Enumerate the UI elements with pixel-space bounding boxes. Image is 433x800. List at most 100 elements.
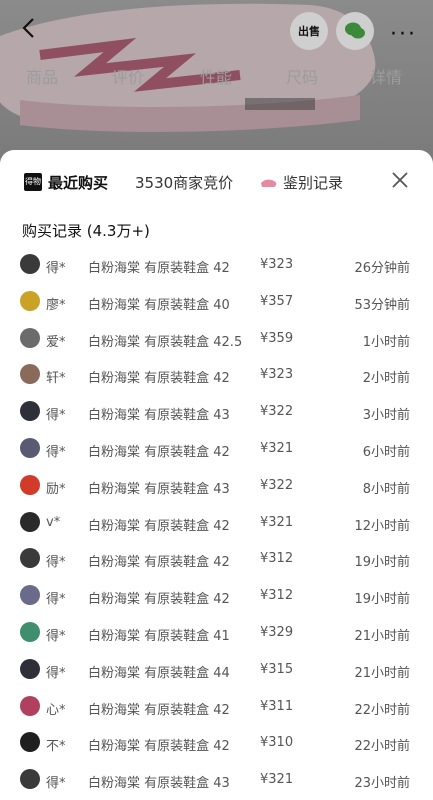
avatar bbox=[20, 290, 40, 311]
purchase-time: 53分钟前 bbox=[354, 297, 410, 313]
user-name: 得* bbox=[46, 261, 66, 276]
price-value: ¥359 bbox=[260, 330, 294, 346]
price-value: ¥357 bbox=[260, 293, 294, 309]
avatar bbox=[20, 438, 40, 458]
sell-label: 出售 bbox=[298, 25, 320, 38]
purchase-time: 26分钟前 bbox=[354, 261, 410, 276]
avatar bbox=[20, 732, 40, 753]
price-value: ¥312 bbox=[260, 588, 294, 604]
purchase-sheet: 得物 最近购买 3530商家竞价 鉴别记录 购买记录 (4.3万+) 得* 白粉海… bbox=[0, 150, 433, 800]
more-icon[interactable]: ··· bbox=[390, 22, 417, 47]
price-value: ¥321 bbox=[260, 772, 294, 788]
purchase-time: 19小时前 bbox=[354, 555, 410, 571]
purchase-time: 22小时前 bbox=[354, 702, 410, 718]
table-row: 轩* 白粉海棠 有原装鞋盒 42 ¥323 2小时前 bbox=[10, 358, 423, 394]
item-description: 白粉海棠 有原装鞋盒 42 bbox=[88, 592, 230, 608]
tab-merchant-bids[interactable]: 3530商家竞价 bbox=[135, 172, 233, 193]
tab-recent-purchases[interactable]: 最近购买 bbox=[48, 172, 108, 193]
avatar bbox=[20, 364, 40, 385]
user-name: 得* bbox=[46, 665, 66, 681]
product-background: 出售 ··· 商品 评价 性能 尺码 详情 bbox=[0, 0, 433, 170]
purchase-time: 22小时前 bbox=[354, 739, 410, 755]
tab-size[interactable]: 尺码 bbox=[286, 64, 318, 88]
user-name: 心* bbox=[46, 702, 66, 718]
item-description: 白粉海棠 有原装鞋盒 42.5 bbox=[88, 334, 243, 350]
table-row: v* 白粉海棠 有原装鞋盒 42 ¥321 12小时前 bbox=[10, 506, 423, 542]
wechat-icon bbox=[345, 22, 365, 39]
user-name: 廖* bbox=[46, 297, 66, 313]
price-value: ¥312 bbox=[260, 551, 294, 567]
avatar bbox=[20, 511, 40, 532]
table-row: 得* 白粉海棠 有原装鞋盒 44 ¥315 21小时前 bbox=[10, 653, 423, 689]
purchase-time: 6小时前 bbox=[362, 445, 410, 460]
avatar bbox=[20, 622, 40, 642]
avatar bbox=[20, 254, 40, 274]
table-row: 心* 白粉海棠 有原装鞋盒 42 ¥311 22小时前 bbox=[10, 690, 423, 726]
table-row: 得* 白粉海棠 有原装鞋盒 42 ¥323 26分钟前 bbox=[10, 248, 423, 284]
price-value: ¥323 bbox=[260, 367, 294, 383]
user-name: 得* bbox=[46, 776, 66, 792]
avatar bbox=[20, 769, 40, 790]
avatar bbox=[20, 401, 40, 422]
purchase-time: 8小时前 bbox=[362, 481, 410, 497]
item-description: 白粉海棠 有原装鞋盒 42 bbox=[88, 445, 230, 460]
item-description: 白粉海棠 有原装鞋盒 42 bbox=[88, 702, 230, 718]
user-name: 得* bbox=[46, 592, 66, 608]
user-name: 得* bbox=[46, 408, 66, 424]
tab-reviews[interactable]: 评价 bbox=[112, 64, 144, 88]
user-name: 轩* bbox=[46, 371, 66, 387]
purchase-time: 3小时前 bbox=[362, 408, 410, 424]
close-icon[interactable] bbox=[390, 170, 410, 190]
avatar bbox=[20, 695, 40, 716]
purchase-time: 2小时前 bbox=[362, 371, 410, 387]
tab-product[interactable]: 商品 bbox=[26, 64, 58, 88]
purchase-record-list: 购买记录 (4.3万+) 得* 白粉海棠 有原装鞋盒 42 ¥323 26分钟前廖* 白… bbox=[10, 208, 423, 800]
price-value: ¥323 bbox=[260, 257, 294, 272]
table-row: 爱* 白粉海棠 有原装鞋盒 42.5 ¥359 1小时前 bbox=[10, 322, 423, 358]
shoe-small-icon bbox=[261, 179, 277, 187]
dewu-logo-icon: 得物 bbox=[24, 173, 42, 191]
price-value: ¥322 bbox=[260, 404, 294, 420]
table-row: 得* 白粉海棠 有原装鞋盒 43 ¥322 3小时前 bbox=[10, 395, 423, 431]
avatar bbox=[20, 585, 40, 606]
item-description: 白粉海棠 有原装鞋盒 42 bbox=[88, 518, 230, 534]
user-name: 励* bbox=[46, 481, 66, 497]
item-description: 白粉海棠 有原装鞋盒 42 bbox=[88, 371, 230, 387]
avatar bbox=[20, 474, 40, 495]
table-row: 得* 白粉海棠 有原装鞋盒 42 ¥321 6小时前 bbox=[10, 432, 423, 468]
price-value: ¥329 bbox=[260, 625, 294, 640]
table-row: 励* 白粉海棠 有原装鞋盒 43 ¥322 8小时前 bbox=[10, 469, 423, 505]
back-icon[interactable] bbox=[18, 16, 42, 40]
table-row: 廖* 白粉海棠 有原装鞋盒 40 ¥357 53分钟前 bbox=[10, 285, 423, 321]
avatar bbox=[20, 327, 40, 348]
item-description: 白粉海棠 有原装鞋盒 40 bbox=[88, 297, 230, 313]
user-name: 得* bbox=[46, 629, 66, 644]
price-value: ¥322 bbox=[260, 477, 294, 493]
tab-details[interactable]: 详情 bbox=[370, 64, 402, 88]
user-name: 爱* bbox=[46, 334, 66, 350]
purchase-time: 12小时前 bbox=[354, 518, 410, 534]
list-title: 购买记录 (4.3万+) bbox=[22, 222, 150, 240]
item-description: 白粉海棠 有原装鞋盒 42 bbox=[88, 739, 230, 755]
table-row: 得* 白粉海棠 有原装鞋盒 42 ¥312 19小时前 bbox=[10, 542, 423, 578]
purchase-time: 21小时前 bbox=[354, 665, 410, 681]
purchase-time: 21小时前 bbox=[354, 629, 410, 644]
price-value: ¥315 bbox=[260, 661, 294, 677]
user-name: 得* bbox=[46, 555, 66, 571]
purchase-time: 23小时前 bbox=[354, 776, 410, 792]
price-value: ¥311 bbox=[260, 698, 294, 714]
item-description: 白粉海棠 有原装鞋盒 44 bbox=[88, 665, 230, 681]
user-name: v* bbox=[46, 514, 61, 530]
item-description: 白粉海棠 有原装鞋盒 42 bbox=[88, 261, 230, 276]
user-name: 不* bbox=[46, 739, 66, 755]
sell-button[interactable]: 出售 bbox=[290, 12, 328, 50]
wechat-share-button[interactable] bbox=[336, 12, 374, 50]
tab-performance[interactable]: 性能 bbox=[200, 64, 232, 88]
user-name: 得* bbox=[46, 445, 66, 460]
item-description: 白粉海棠 有原装鞋盒 41 bbox=[88, 629, 230, 644]
tab-authentication-records[interactable]: 鉴别记录 bbox=[283, 172, 343, 193]
table-row: 得* 白粉海棠 有原装鞋盒 43 ¥321 23小时前 bbox=[10, 763, 423, 799]
purchase-time: 19小时前 bbox=[354, 592, 410, 608]
purchase-time: 1小时前 bbox=[362, 334, 410, 350]
price-value: ¥310 bbox=[260, 735, 294, 751]
